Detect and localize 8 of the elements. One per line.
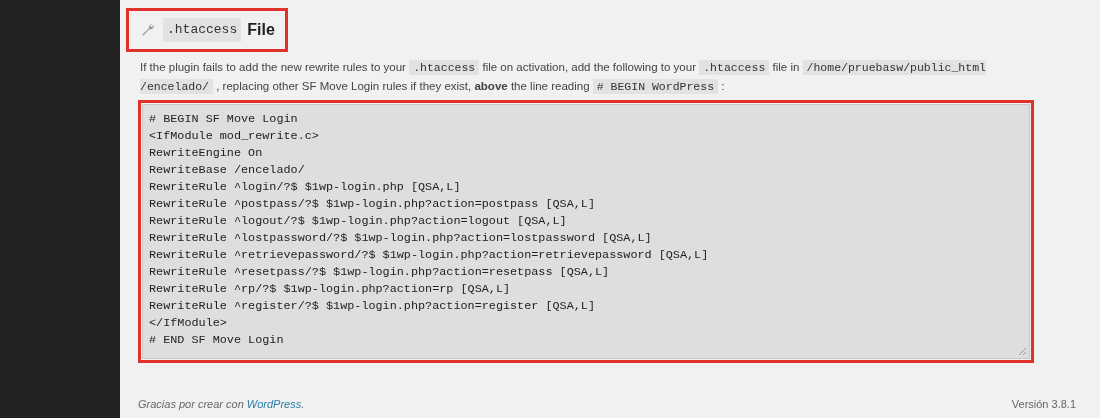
wrench-icon (141, 23, 155, 37)
heading-title: File (247, 20, 275, 40)
heading-code: .htaccess (163, 18, 242, 42)
resize-grip-icon (1018, 347, 1027, 356)
footer-text: Gracias por crear con WordPress. (138, 396, 305, 412)
instructions-text: If the plugin fails to add the new rewrite rules to your .htaccess file on activation, add the following to your .htaccess file in /home/pruebasw/public_html /encelado/ , replacing other SF Move Login rules if they exist, above the line reading # BEGIN WordPress : (140, 59, 987, 96)
rewrite-rules-text: # BEGIN SF Move Login <IfModule mod_rewrite.c> RewriteEngine On RewriteBase /encelado/ RewriteRule ^login/?$ $1wp-login.php [QSA,L] RewriteRule ^postpass/?$ $1wp-login.php?action=postpass [QSA,L] RewriteRule ^logout/?$ $1wp-login.php?action=logout [QSA,L] RewriteRule ^lostpassword/?$ $1wp-login.php?action=lostpassword [QSA,L] RewriteRule ^retrievepassword/?$ $1wp-login.php?action=retrievepassword [QSA,L] RewriteRule ^resetpass/?$ $1wp-login.php?action=resetpass [QSA,L] RewriteRule ^rp/?$ $1wp-login.php?action=rp [QSA,L] RewriteRule ^register/?$ $1wp-login.php?action=register [QSA,L] </IfModule> # END SF Move Login (149, 111, 709, 349)
version-text: Versión 3.8.1 (1011, 396, 1076, 412)
